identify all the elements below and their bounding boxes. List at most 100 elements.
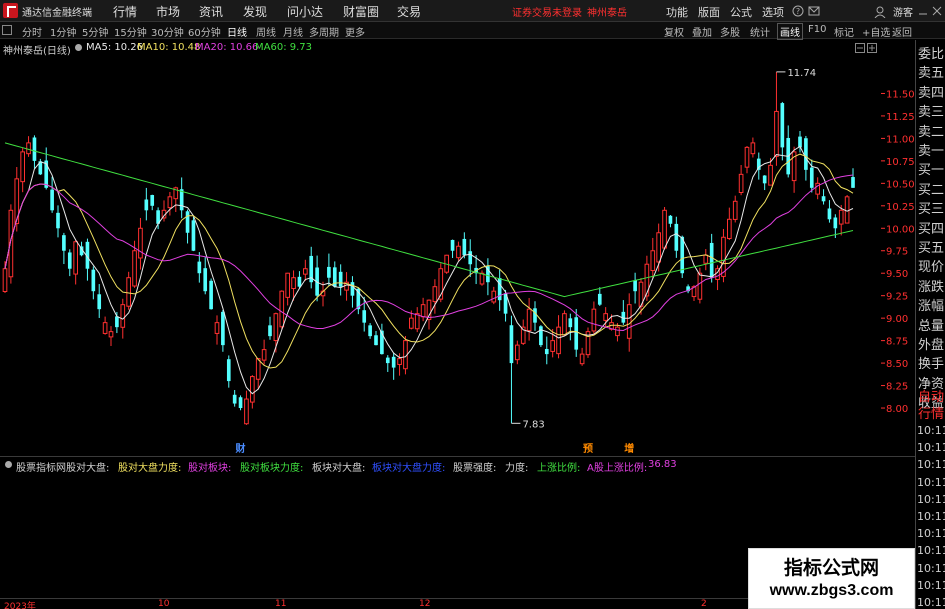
y-tick-label: 11.00 xyxy=(886,134,915,145)
quote-field-label[interactable]: 买三 xyxy=(918,198,944,217)
candle-body xyxy=(368,325,372,337)
period-5min[interactable]: 5分钟 xyxy=(82,24,108,39)
candle-body xyxy=(362,310,367,323)
quote-field-label[interactable]: 买五 xyxy=(918,237,944,256)
menu-function[interactable]: 功能 xyxy=(666,4,688,20)
quote-field-label[interactable]: 外盘 xyxy=(918,334,944,353)
candle-body xyxy=(738,173,744,194)
candle-body xyxy=(650,250,656,272)
quote-field-label[interactable]: 卖五 xyxy=(918,62,944,81)
candle-body xyxy=(338,271,343,287)
tool-multistock[interactable]: 多股 xyxy=(720,24,740,39)
menu-trade[interactable]: 交易 xyxy=(397,3,421,20)
tool-overlay[interactable]: 叠加 xyxy=(692,24,712,39)
period-1min[interactable]: 1分钟 xyxy=(50,24,76,39)
quote-field-label[interactable]: 卖一 xyxy=(918,140,944,159)
candle-body xyxy=(144,199,149,211)
menu-wealth-circle[interactable]: 财富圈 xyxy=(343,3,379,20)
close-icon[interactable] xyxy=(932,6,942,16)
settings-dot-icon[interactable] xyxy=(74,43,83,52)
tool-adjust[interactable]: 复权 xyxy=(664,24,684,39)
menu-formula[interactable]: 公式 xyxy=(730,4,752,20)
candle-body xyxy=(26,142,31,155)
date-label-11: 11 xyxy=(275,599,287,609)
tool-back[interactable]: 返回 xyxy=(892,24,912,39)
menu-quotes[interactable]: 行情 xyxy=(113,3,137,20)
menu-market[interactable]: 市场 xyxy=(156,3,180,20)
quote-field-label[interactable]: 卖四 xyxy=(918,82,944,101)
period-15min[interactable]: 15分钟 xyxy=(114,24,147,39)
y-tick-label: 9.25 xyxy=(886,292,908,303)
mail-icon[interactable] xyxy=(808,5,820,17)
candle-body xyxy=(456,245,461,259)
tool-stats[interactable]: 统计 xyxy=(750,24,770,39)
menu-news[interactable]: 资讯 xyxy=(199,3,223,20)
quote-field-label[interactable]: 总量 xyxy=(918,315,944,334)
candle-body xyxy=(851,177,855,188)
candle-body xyxy=(327,266,331,278)
event-marker: 财 xyxy=(235,442,246,455)
tool-add-favorite[interactable]: +自选 xyxy=(862,24,890,39)
candle-body xyxy=(56,212,60,229)
login-warning[interactable]: 证券交易未登录 xyxy=(512,4,582,19)
quote-field-label[interactable]: 卖三 xyxy=(918,101,944,120)
help-icon[interactable]: ? xyxy=(792,5,804,17)
candle-body xyxy=(732,200,738,220)
menu-options[interactable]: 选项 xyxy=(762,4,784,20)
quote-field-label[interactable]: 现价 xyxy=(918,256,944,275)
quote-field-label[interactable]: 买一 xyxy=(918,159,944,178)
period-more[interactable]: 更多 xyxy=(345,24,365,39)
candle-body xyxy=(126,277,131,307)
event-marker: 预 xyxy=(583,443,593,455)
quote-tab-label[interactable]: 行情 xyxy=(918,403,944,422)
minimize-icon[interactable] xyxy=(918,6,928,16)
candle-body xyxy=(32,137,37,161)
period-60min[interactable]: 60分钟 xyxy=(188,24,221,39)
period-30min[interactable]: 30分钟 xyxy=(151,24,184,39)
candle-body xyxy=(185,211,190,233)
candle-body xyxy=(574,317,579,350)
candle-body xyxy=(261,349,267,361)
candle-body xyxy=(479,272,485,285)
candle-body xyxy=(20,151,25,183)
quote-field-label[interactable]: 买四 xyxy=(918,218,944,237)
menu-layout[interactable]: 版面 xyxy=(698,4,720,20)
quote-field-label[interactable]: 换手 xyxy=(918,353,944,372)
period-monthly[interactable]: 月线 xyxy=(283,24,303,39)
period-menu-icon[interactable] xyxy=(2,25,12,35)
quote-field-label[interactable]: 委比 xyxy=(918,43,944,62)
y-tick-label: 8.75 xyxy=(886,337,908,348)
date-label-2023: 2023年 xyxy=(4,602,36,609)
candle-body xyxy=(515,344,520,361)
tick-time: 10:11 xyxy=(917,578,945,592)
period-multi[interactable]: 多周期 xyxy=(309,24,339,39)
candlestick-chart[interactable]: 8.00 8.25 8.50 8.75 9.00 9.25 9.50 9.75 10.00 10.… xyxy=(0,40,915,455)
quote-field-label[interactable]: 涨跌 xyxy=(918,276,944,295)
y-tick-label: 8.00 xyxy=(886,404,908,415)
candle-body xyxy=(703,254,709,264)
quote-field-label[interactable]: 买二 xyxy=(918,179,944,198)
menu-discover[interactable]: 发现 xyxy=(243,3,267,20)
tool-mark[interactable]: 标记 xyxy=(834,24,854,39)
y-tick-label: 9.00 xyxy=(886,314,908,325)
quote-field-label[interactable]: 涨幅 xyxy=(918,295,944,314)
indicator-settings-icon[interactable] xyxy=(4,460,13,469)
guest-label[interactable]: 游客 xyxy=(893,4,913,19)
candle-body xyxy=(662,209,667,249)
candle-body xyxy=(509,325,514,364)
extreme-label: 11.74 xyxy=(787,68,816,79)
tool-draw[interactable]: 画线 xyxy=(777,23,803,40)
tool-f10[interactable]: F10 xyxy=(808,24,826,35)
period-intraday[interactable]: 分时 xyxy=(22,24,42,39)
candle-body xyxy=(108,331,114,338)
svg-text:?: ? xyxy=(796,7,800,16)
menu-ask-xiaoda[interactable]: 问小达 xyxy=(287,3,323,20)
chart-zoom-icons[interactable] xyxy=(855,43,877,53)
quote-field-label[interactable]: 卖二 xyxy=(918,121,944,140)
period-weekly[interactable]: 周线 xyxy=(256,24,276,39)
y-tick-label: 10.50 xyxy=(886,179,915,190)
candle-body xyxy=(132,250,137,287)
user-icon[interactable] xyxy=(874,6,886,18)
period-daily[interactable]: 日线 xyxy=(227,24,247,39)
y-tick-label: 8.25 xyxy=(886,382,908,393)
